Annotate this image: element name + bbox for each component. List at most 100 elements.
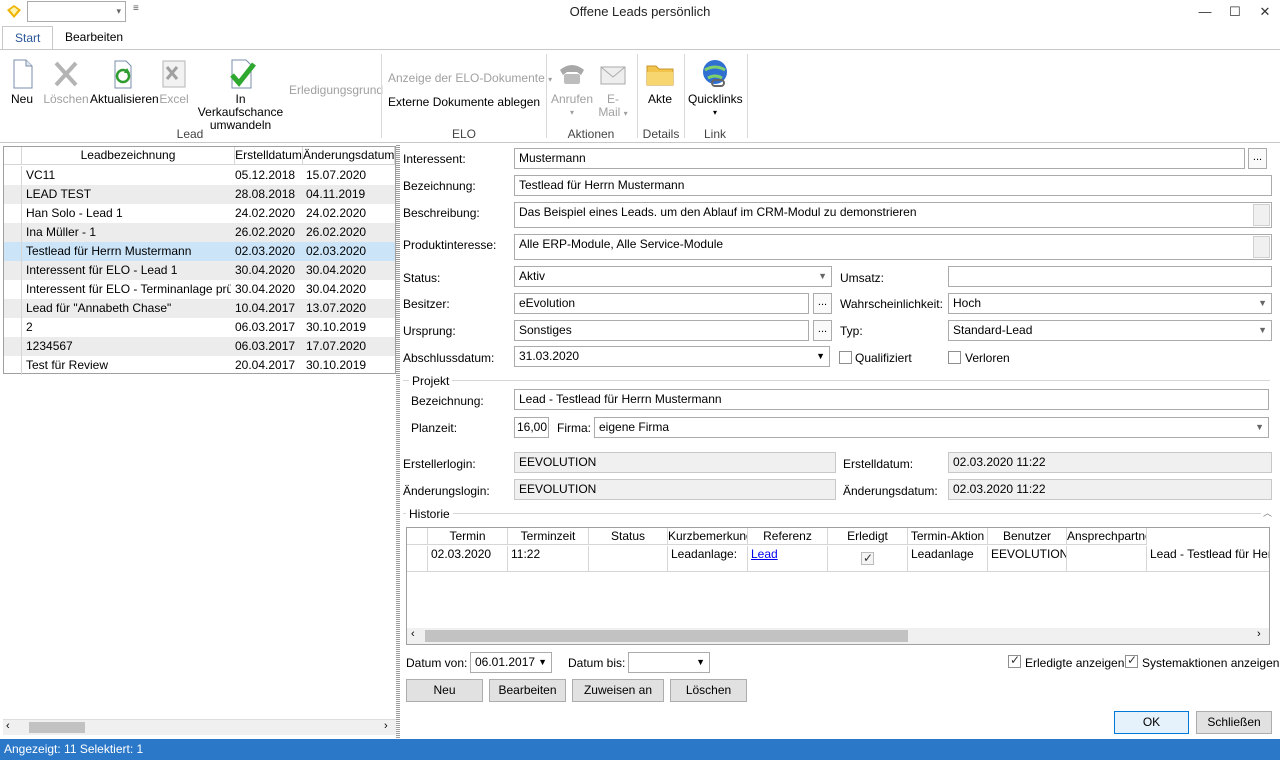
cell-referenz[interactable]: Lead [748, 546, 828, 572]
abschlussdatum-picker[interactable]: 31.03.2020 ▼ [514, 346, 830, 367]
projekt-bezeichnung-field[interactable]: Lead - Testlead für Herrn Mustermann [514, 389, 1269, 410]
col-ansprechpartner[interactable]: Ansprechpartner [1067, 528, 1147, 545]
list-horizontal-scrollbar[interactable]: ‹ › [3, 719, 396, 735]
col-termin[interactable]: Termin [428, 528, 508, 545]
ursprung-field[interactable]: Sonstiges [514, 320, 809, 341]
produktinteresse-scrollbar[interactable] [1253, 236, 1270, 258]
scroll-left-icon[interactable]: ‹ [6, 720, 10, 732]
ok-button[interactable]: OK [1114, 711, 1189, 734]
scroll-right-icon[interactable]: › [384, 720, 388, 732]
datum-bis-picker[interactable]: ▼ [628, 652, 710, 673]
status-select[interactable]: Aktiv ▼ [514, 266, 832, 287]
cell-benutzer[interactable]: EEVOLUTION [988, 546, 1067, 572]
besitzer-browse-button[interactable]: ... [813, 293, 832, 314]
minimize-button[interactable]: — [1190, 0, 1220, 24]
table-row[interactable]: Interessent für ELO - Lead 1 30.04.2020 30… [4, 261, 395, 280]
besitzer-field[interactable]: eEvolution [514, 293, 809, 314]
collapse-icon[interactable]: ︿ [1263, 506, 1272, 519]
erledigte-anzeigen-checkbox[interactable] [1008, 653, 1021, 668]
scroll-left-icon[interactable]: ‹ [411, 628, 415, 640]
historie-zuweisen-button[interactable]: Zuweisen an [572, 679, 664, 702]
umsatz-field[interactable] [948, 266, 1272, 287]
historie-grid[interactable]: Termin Terminzeit Status Kurzbemerkung R… [406, 527, 1270, 645]
cell-status[interactable] [589, 546, 668, 572]
cell-ansprechpartner[interactable] [1067, 546, 1147, 572]
bezeichnung-field[interactable]: Testlead für Herrn Mustermann [514, 175, 1272, 196]
systemaktionen-anzeigen-checkbox[interactable] [1125, 653, 1138, 668]
lead-list[interactable]: Leadbezeichnung Erstelldatum Änderungsda… [3, 146, 396, 375]
datum-von-picker[interactable]: 06.01.2017 ▼ [470, 652, 552, 673]
verloren-checkbox[interactable] [948, 351, 961, 364]
cell-terminzeit[interactable]: 11:22 [508, 546, 589, 572]
excel-button[interactable]: Excel [155, 58, 193, 106]
produktinteresse-field[interactable]: Alle ERP-Module, Alle Service-Module [514, 234, 1272, 260]
wahrscheinlichkeit-select[interactable]: Hoch ▼ [948, 293, 1272, 314]
maximize-button[interactable]: ☐ [1220, 0, 1250, 24]
historie-loeschen-button[interactable]: Löschen [670, 679, 747, 702]
panel-splitter[interactable] [396, 144, 400, 738]
beschreibung-field[interactable]: Das Beispiel eines Leads. um den Ablauf … [514, 202, 1272, 228]
table-row[interactable]: VC11 05.12.2018 15.07.2020 [4, 166, 395, 185]
table-row[interactable]: Testlead für Herrn Mustermann 02.03.2020 0… [4, 242, 395, 261]
typ-select[interactable]: Standard-Lead ▼ [948, 320, 1272, 341]
close-button[interactable]: ✕ [1250, 0, 1280, 24]
row-header[interactable] [4, 356, 22, 375]
row-header[interactable] [4, 299, 22, 318]
col-termin-aktion[interactable]: Termin-Aktion [908, 528, 988, 545]
tab-bearbeiten[interactable]: Bearbeiten [53, 26, 135, 50]
table-row[interactable]: Ina Müller - 1 26.02.2020 26.02.2020 [4, 223, 395, 242]
email-button[interactable]: E- Mail ▾ [594, 58, 632, 120]
firma-select[interactable]: eigene Firma ▼ [594, 417, 1269, 438]
historie-horizontal-scrollbar[interactable]: ‹ › [407, 628, 1269, 644]
column-header-erstelldatum[interactable]: Erstelldatum [235, 147, 303, 165]
planzeit-field[interactable]: 16,00 [514, 417, 549, 438]
row-header[interactable] [4, 204, 22, 223]
cell-erledigt[interactable] [828, 546, 908, 572]
table-row[interactable]: Lead für "Annabeth Chase" 10.04.2017 13.07… [4, 299, 395, 318]
quicklinks-button[interactable]: Quicklinks ▾ [688, 58, 743, 119]
table-row[interactable]: Test für Review 20.04.2017 30.10.2019 [4, 356, 395, 375]
row-header[interactable] [4, 318, 22, 337]
scrollbar-thumb[interactable] [425, 630, 908, 642]
row-header[interactable] [4, 185, 22, 204]
interessent-browse-button[interactable]: ... [1248, 148, 1267, 169]
row-header[interactable] [4, 223, 22, 242]
historie-bearbeiten-button[interactable]: Bearbeiten [489, 679, 566, 702]
neu-button[interactable]: Neu [4, 58, 40, 106]
akte-button[interactable]: Akte [641, 58, 679, 106]
row-header[interactable] [4, 280, 22, 299]
scrollbar-thumb[interactable] [29, 722, 85, 733]
col-kurzbemerkung[interactable]: Kurzbemerkung [668, 528, 748, 545]
schliessen-button[interactable]: Schließen [1196, 711, 1272, 734]
historie-neu-button[interactable]: Neu [406, 679, 483, 702]
col-referenz[interactable]: Referenz [748, 528, 828, 545]
umwandeln-button[interactable]: In Verkaufschance umwandeln [194, 58, 287, 132]
table-row[interactable]: LEAD TEST 28.08.2018 04.11.2019 [4, 185, 395, 204]
column-header-aenderungsdatum[interactable]: Änderungsdatum [303, 147, 395, 165]
cell-termin-aktion[interactable]: Leadanlage [908, 546, 988, 572]
column-header-leadbezeichnung[interactable]: Leadbezeichnung [22, 147, 235, 165]
cell-extra[interactable]: Lead - Testlead für Herrn [1147, 546, 1269, 572]
row-header[interactable] [4, 242, 22, 261]
elo-anzeige-button[interactable]: Anzeige der ELO-Dokumente ▾ [388, 72, 552, 86]
table-row[interactable]: 1234567 06.03.2017 17.07.2020 [4, 337, 395, 356]
qualifiziert-checkbox[interactable] [839, 351, 852, 364]
scroll-right-icon[interactable]: › [1257, 628, 1261, 640]
ursprung-browse-button[interactable]: ... [813, 320, 832, 341]
table-row[interactable]: Han Solo - Lead 1 24.02.2020 24.02.2020 [4, 204, 395, 223]
anrufen-button[interactable]: Anrufen ▾ [551, 58, 593, 119]
cell-kurzbemerkung[interactable]: Leadanlage: [668, 546, 748, 572]
row-header[interactable] [4, 166, 22, 185]
col-terminzeit[interactable]: Terminzeit [508, 528, 589, 545]
col-benutzer[interactable]: Benutzer [988, 528, 1067, 545]
row-header[interactable] [4, 337, 22, 356]
erledigt-checkbox[interactable] [861, 550, 874, 567]
externe-dokumente-button[interactable]: Externe Dokumente ablegen [388, 96, 540, 109]
col-status[interactable]: Status [589, 528, 668, 545]
table-row[interactable]: Interessent für ELO - Terminanlage prüfe… [4, 280, 395, 299]
interessent-field[interactable]: Mustermann [514, 148, 1245, 169]
loeschen-button[interactable]: Löschen [43, 58, 89, 106]
table-row[interactable]: 2 06.03.2017 30.10.2019 [4, 318, 395, 337]
row-header[interactable] [4, 261, 22, 280]
col-erledigt[interactable]: Erledigt [828, 528, 908, 545]
